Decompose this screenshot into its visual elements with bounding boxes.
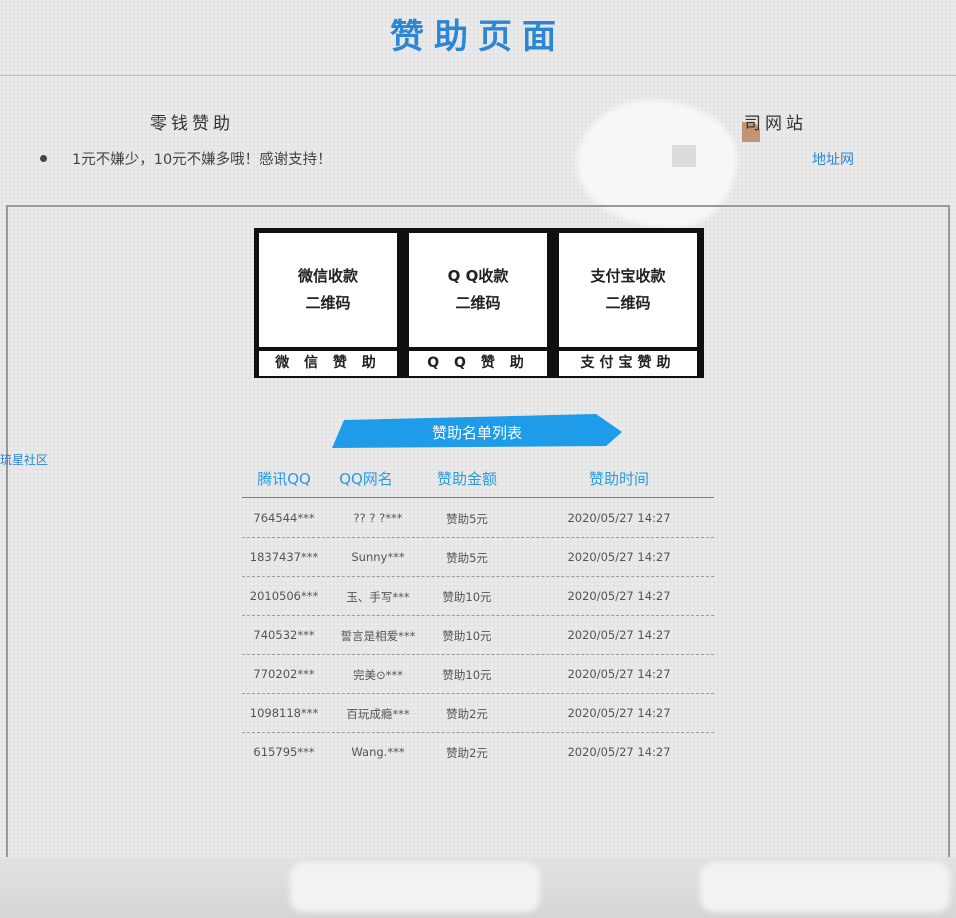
- qq-sponsor-label[interactable]: Q Q 赞 助: [409, 351, 547, 376]
- wechat-qr-code: 微信收款 二维码: [259, 233, 397, 347]
- cell-qq: 770202***: [253, 667, 315, 681]
- cell-qq: 1098118***: [249, 706, 319, 720]
- wechat-qr-line1: 微信收款: [297, 267, 358, 285]
- alipay-qr-line2: 二维码: [605, 294, 651, 312]
- table-row: 764544*** ?? ? ?*** 赞助5元 2020/05/27 14:27: [242, 499, 714, 538]
- cell-qq: 764544***: [253, 511, 315, 525]
- qq-qr-line2: 二维码: [455, 294, 501, 312]
- cell-amount: 赞助10元: [442, 668, 492, 682]
- cell-amount: 赞助10元: [442, 590, 492, 604]
- cell-nickname: 玉、手写***: [346, 590, 410, 604]
- cell-amount: 赞助10元: [442, 629, 492, 643]
- table-row: 1098118*** 百玩成瘾*** 赞助2元 2020/05/27 14:27: [242, 694, 714, 733]
- cell-nickname: 完美⊙***: [353, 668, 403, 682]
- address-link[interactable]: 地址网: [812, 149, 854, 169]
- table-row: 740532*** 誓言是相爱*** 赞助10元 2020/05/27 14:27: [242, 616, 714, 655]
- column-header-qq: 腾讯QQ: [257, 470, 311, 488]
- page-title: 赞助页面: [390, 17, 566, 57]
- blurred-footer-right: [700, 862, 950, 912]
- cell-time: 2020/05/27 14:27: [567, 550, 671, 564]
- cell-amount: 赞助5元: [446, 551, 488, 565]
- column-header-time: 赞助时间: [588, 470, 649, 488]
- sponsor-list-title: 赞助名单列表: [431, 424, 522, 442]
- column-header-amount: 赞助金额: [436, 470, 497, 488]
- qq-qr-line1: Q Q收款: [447, 267, 509, 285]
- qq-qr-code: Q Q收款 二维码: [409, 233, 547, 347]
- blurred-footer-left: [290, 862, 540, 912]
- list-bullet: [40, 155, 47, 162]
- cell-nickname: Wang.***: [351, 745, 405, 759]
- cell-time: 2020/05/27 14:27: [567, 745, 671, 759]
- cell-nickname: 百玩成瘾***: [346, 707, 410, 721]
- small-change-heading: 零钱赞助: [150, 114, 234, 134]
- cell-nickname: ?? ? ?***: [353, 511, 403, 525]
- sponsor-note: 1元不嫌少，10元不嫌多哦！感谢支持！: [72, 152, 332, 168]
- table-row: 2010506*** 玉、手写*** 赞助10元 2020/05/27 14:27: [242, 577, 714, 616]
- cell-amount: 赞助2元: [446, 707, 488, 721]
- cell-nickname: 誓言是相爱***: [340, 629, 416, 643]
- alipay-qr-line1: 支付宝收款: [590, 267, 666, 285]
- cell-time: 2020/05/27 14:27: [567, 628, 671, 642]
- cell-qq: 740532***: [253, 628, 315, 642]
- blurred-square: [672, 145, 696, 167]
- community-link[interactable]: 琉星社区: [0, 451, 48, 468]
- alipay-sponsor-label[interactable]: 支付宝赞助: [559, 351, 697, 376]
- header-divider: [0, 75, 956, 76]
- cell-qq: 2010506***: [249, 589, 319, 603]
- table-row: 770202*** 完美⊙*** 赞助10元 2020/05/27 14:27: [242, 655, 714, 694]
- cell-nickname: Sunny***: [351, 550, 405, 564]
- wechat-qr-line2: 二维码: [305, 294, 351, 312]
- sponsor-table-body: 764544***?? ? ?*** 赞助5元 2020/05/27 14:27 18…: [242, 499, 714, 772]
- table-row: 1837437*** Sunny*** 赞助5元 2020/05/27 14:27: [242, 538, 714, 577]
- cell-time: 2020/05/27 14:27: [567, 667, 671, 681]
- cell-qq: 615795***: [253, 745, 315, 759]
- cell-amount: 赞助2元: [446, 746, 488, 760]
- cell-amount: 赞助5元: [446, 512, 488, 526]
- cell-qq: 1837437***: [249, 550, 319, 564]
- cell-time: 2020/05/27 14:27: [567, 706, 671, 720]
- cell-time: 2020/05/27 14:27: [567, 589, 671, 603]
- alipay-qr-code: 支付宝收款 二维码: [559, 233, 697, 347]
- website-heading: 司网站: [744, 114, 807, 134]
- qr-code-strip: 微信收款 二维码 微 信 赞 助 Q Q收款 二维码 Q Q 赞 助 支付宝收款…: [254, 228, 704, 378]
- cell-time: 2020/05/27 14:27: [567, 511, 671, 525]
- table-row: 615795*** Wang.*** 赞助2元 2020/05/27 14:27: [242, 733, 714, 772]
- column-header-nickname: QQ网名: [339, 470, 393, 488]
- wechat-sponsor-label[interactable]: 微 信 赞 助: [259, 351, 397, 376]
- table-header: 腾讯QQ QQ网名 赞助金额 赞助时间: [242, 464, 714, 498]
